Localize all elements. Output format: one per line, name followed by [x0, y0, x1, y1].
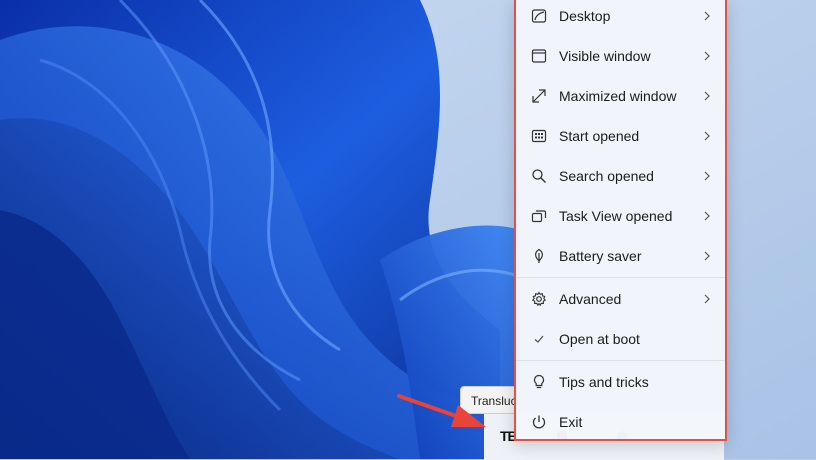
- menu-item-exit[interactable]: Exit: [516, 403, 725, 441]
- menu-item-label: Advanced: [559, 291, 622, 307]
- lightbulb-icon: [530, 373, 548, 391]
- context-menu: Desktop Visible window Maximized window …: [514, 0, 727, 441]
- menu-item-maximized-window[interactable]: Maximized window: [516, 77, 725, 115]
- menu-item-label: Battery saver: [559, 248, 642, 264]
- chevron-right-icon: [701, 211, 713, 221]
- menu-item-label: Start opened: [559, 128, 640, 144]
- menu-item-label: Maximized window: [559, 88, 677, 104]
- menu-item-tips-and-tricks[interactable]: Tips and tricks: [516, 363, 725, 401]
- menu-item-search-opened[interactable]: Search opened: [516, 157, 725, 195]
- menu-item-task-view-opened[interactable]: Task View opened: [516, 197, 725, 235]
- chevron-right-icon: [701, 171, 713, 181]
- chevron-right-icon: [701, 51, 713, 61]
- search-icon: [530, 167, 548, 185]
- chevron-right-icon: [701, 294, 713, 304]
- start-menu-icon: [530, 127, 548, 145]
- desktop-icon: [530, 7, 548, 25]
- maximize-icon: [530, 87, 548, 105]
- menu-item-label: Open at boot: [559, 331, 640, 347]
- menu-item-label: Task View opened: [559, 208, 673, 224]
- menu-item-open-at-boot[interactable]: Open at boot: [516, 320, 725, 358]
- menu-item-label: Search opened: [559, 168, 654, 184]
- menu-item-visible-window[interactable]: Visible window: [516, 37, 725, 75]
- menu-item-advanced[interactable]: Advanced: [516, 280, 725, 318]
- menu-item-label: Exit: [559, 414, 583, 430]
- window-icon: [530, 47, 548, 65]
- task-view-icon: [530, 207, 548, 225]
- menu-item-label: Desktop: [559, 8, 611, 24]
- chevron-right-icon: [701, 131, 713, 141]
- menu-separator: [516, 277, 725, 278]
- checkmark-icon: [530, 330, 548, 348]
- menu-item-start-opened[interactable]: Start opened: [516, 117, 725, 155]
- menu-separator: [516, 360, 725, 361]
- power-icon: [530, 413, 548, 431]
- gear-icon: [530, 290, 548, 308]
- menu-item-battery-saver[interactable]: Battery saver: [516, 237, 725, 275]
- menu-item-desktop[interactable]: Desktop: [516, 0, 725, 35]
- chevron-right-icon: [701, 91, 713, 101]
- chevron-right-icon: [701, 251, 713, 261]
- menu-item-label: Visible window: [559, 48, 651, 64]
- chevron-right-icon: [701, 11, 713, 21]
- menu-item-label: Tips and tricks: [559, 374, 649, 390]
- leaf-icon: [530, 247, 548, 265]
